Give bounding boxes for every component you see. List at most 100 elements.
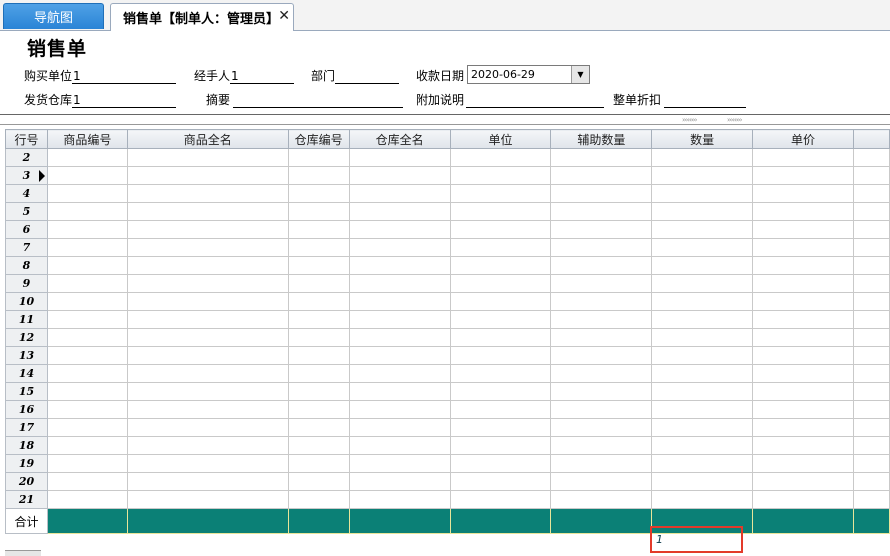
- summary-input[interactable]: [233, 93, 404, 108]
- grid-cell[interactable]: [550, 274, 653, 293]
- grid-cell[interactable]: [348, 148, 451, 167]
- grid-cell[interactable]: [449, 346, 552, 365]
- grid-cell[interactable]: [287, 220, 350, 239]
- grid-cell[interactable]: [46, 184, 128, 203]
- handler-input[interactable]: 1: [230, 69, 295, 84]
- warehouse-field[interactable]: 发货仓库 1: [24, 90, 177, 108]
- grid-cell[interactable]: [287, 166, 350, 185]
- table-row[interactable]: 6: [5, 220, 890, 239]
- grid-cell[interactable]: [449, 292, 552, 311]
- grid-cell[interactable]: [852, 472, 890, 491]
- grid-cell[interactable]: [852, 346, 890, 365]
- grid-cell[interactable]: [550, 220, 653, 239]
- table-row[interactable]: 8: [5, 256, 890, 275]
- grid-cell[interactable]: [46, 202, 128, 221]
- grid-cell[interactable]: [449, 238, 552, 257]
- grid-cell[interactable]: [348, 166, 451, 185]
- grid-cell[interactable]: [651, 436, 754, 455]
- grid-cell[interactable]: [348, 400, 451, 419]
- row-number-cell[interactable]: 11: [5, 310, 48, 329]
- grid-cell[interactable]: [126, 346, 289, 365]
- discount-input[interactable]: [664, 93, 747, 108]
- grid-cell[interactable]: [852, 310, 890, 329]
- table-row[interactable]: 2: [5, 148, 890, 167]
- grid-cell[interactable]: [287, 472, 350, 491]
- grid-cell[interactable]: [752, 436, 854, 455]
- grid-cell[interactable]: [46, 292, 128, 311]
- grid-cell[interactable]: [126, 310, 289, 329]
- remark-input[interactable]: [466, 93, 605, 108]
- splitter-grip-icon[interactable]: ››››››››: [682, 116, 697, 124]
- col-header-unit[interactable]: 单位: [449, 129, 552, 149]
- grid-cell[interactable]: [287, 400, 350, 419]
- grid-cell[interactable]: [46, 220, 128, 239]
- date-picker[interactable]: 2020-06-29 ▼: [467, 65, 590, 84]
- grid-cell[interactable]: [852, 382, 890, 401]
- grid-cell[interactable]: [348, 292, 451, 311]
- grid-cell[interactable]: [550, 256, 653, 275]
- col-header-warehouse-name[interactable]: 仓库全名: [348, 129, 451, 149]
- row-number-cell[interactable]: 5: [5, 202, 48, 221]
- grid-cell[interactable]: [550, 346, 653, 365]
- grid-cell[interactable]: [126, 454, 289, 473]
- grid-cell[interactable]: [126, 382, 289, 401]
- grid-cell[interactable]: [287, 184, 350, 203]
- grid-cell[interactable]: [449, 148, 552, 167]
- col-header-quantity[interactable]: 数量: [651, 129, 754, 149]
- grid-cell[interactable]: [752, 490, 854, 509]
- grid-cell[interactable]: [348, 346, 451, 365]
- grid-cell[interactable]: [46, 148, 128, 167]
- grid-cell[interactable]: [287, 364, 350, 383]
- summary-field[interactable]: 摘要: [206, 90, 404, 108]
- grid-cell[interactable]: [126, 490, 289, 509]
- col-header-extra[interactable]: [852, 129, 890, 149]
- handler-field[interactable]: 经手人 1: [194, 66, 295, 84]
- grid-cell[interactable]: [550, 382, 653, 401]
- row-number-cell[interactable]: 12: [5, 328, 48, 347]
- grid-cell[interactable]: [651, 310, 754, 329]
- grid-cell[interactable]: [287, 292, 350, 311]
- grid-cell[interactable]: [348, 490, 451, 509]
- grid-cell[interactable]: [651, 184, 754, 203]
- grid-cell[interactable]: [287, 310, 350, 329]
- table-row[interactable]: 18: [5, 436, 890, 455]
- grid-cell[interactable]: [550, 436, 653, 455]
- grid-cell[interactable]: [287, 346, 350, 365]
- grid-cell[interactable]: [348, 310, 451, 329]
- grid-cell[interactable]: [752, 310, 854, 329]
- grid-cell[interactable]: [550, 184, 653, 203]
- grid-cell[interactable]: [852, 292, 890, 311]
- col-header-aux-quantity[interactable]: 辅助数量: [550, 129, 653, 149]
- table-row[interactable]: 15: [5, 382, 890, 401]
- grid-cell[interactable]: [852, 166, 890, 185]
- grid-cell[interactable]: [852, 328, 890, 347]
- grid-cell[interactable]: [348, 184, 451, 203]
- row-number-cell[interactable]: 10: [5, 292, 48, 311]
- grid-cell[interactable]: [126, 184, 289, 203]
- grid-cell[interactable]: [348, 454, 451, 473]
- grid-cell[interactable]: [852, 202, 890, 221]
- grid-cell[interactable]: [752, 454, 854, 473]
- row-number-cell[interactable]: 21: [5, 490, 48, 509]
- grid-cell[interactable]: [46, 346, 128, 365]
- grid-cell[interactable]: [126, 436, 289, 455]
- grid-cell[interactable]: [852, 220, 890, 239]
- grid-cell[interactable]: [651, 220, 754, 239]
- grid-cell[interactable]: [348, 274, 451, 293]
- col-header-warehouse-code[interactable]: 仓库编号: [287, 129, 350, 149]
- grid-cell[interactable]: [752, 256, 854, 275]
- table-row[interactable]: 19: [5, 454, 890, 473]
- grid-cell[interactable]: [126, 202, 289, 221]
- table-row[interactable]: 17: [5, 418, 890, 437]
- grid-cell[interactable]: [449, 400, 552, 419]
- row-number-cell[interactable]: 4: [5, 184, 48, 203]
- grid-cell[interactable]: [46, 238, 128, 257]
- table-row[interactable]: 16: [5, 400, 890, 419]
- table-row[interactable]: 4: [5, 184, 890, 203]
- col-header-row-number[interactable]: 行号: [5, 129, 48, 149]
- grid-cell[interactable]: [449, 454, 552, 473]
- table-row[interactable]: 11: [5, 310, 890, 329]
- grid-cell[interactable]: [752, 292, 854, 311]
- grid-cell[interactable]: [449, 490, 552, 509]
- grid-cell[interactable]: [752, 400, 854, 419]
